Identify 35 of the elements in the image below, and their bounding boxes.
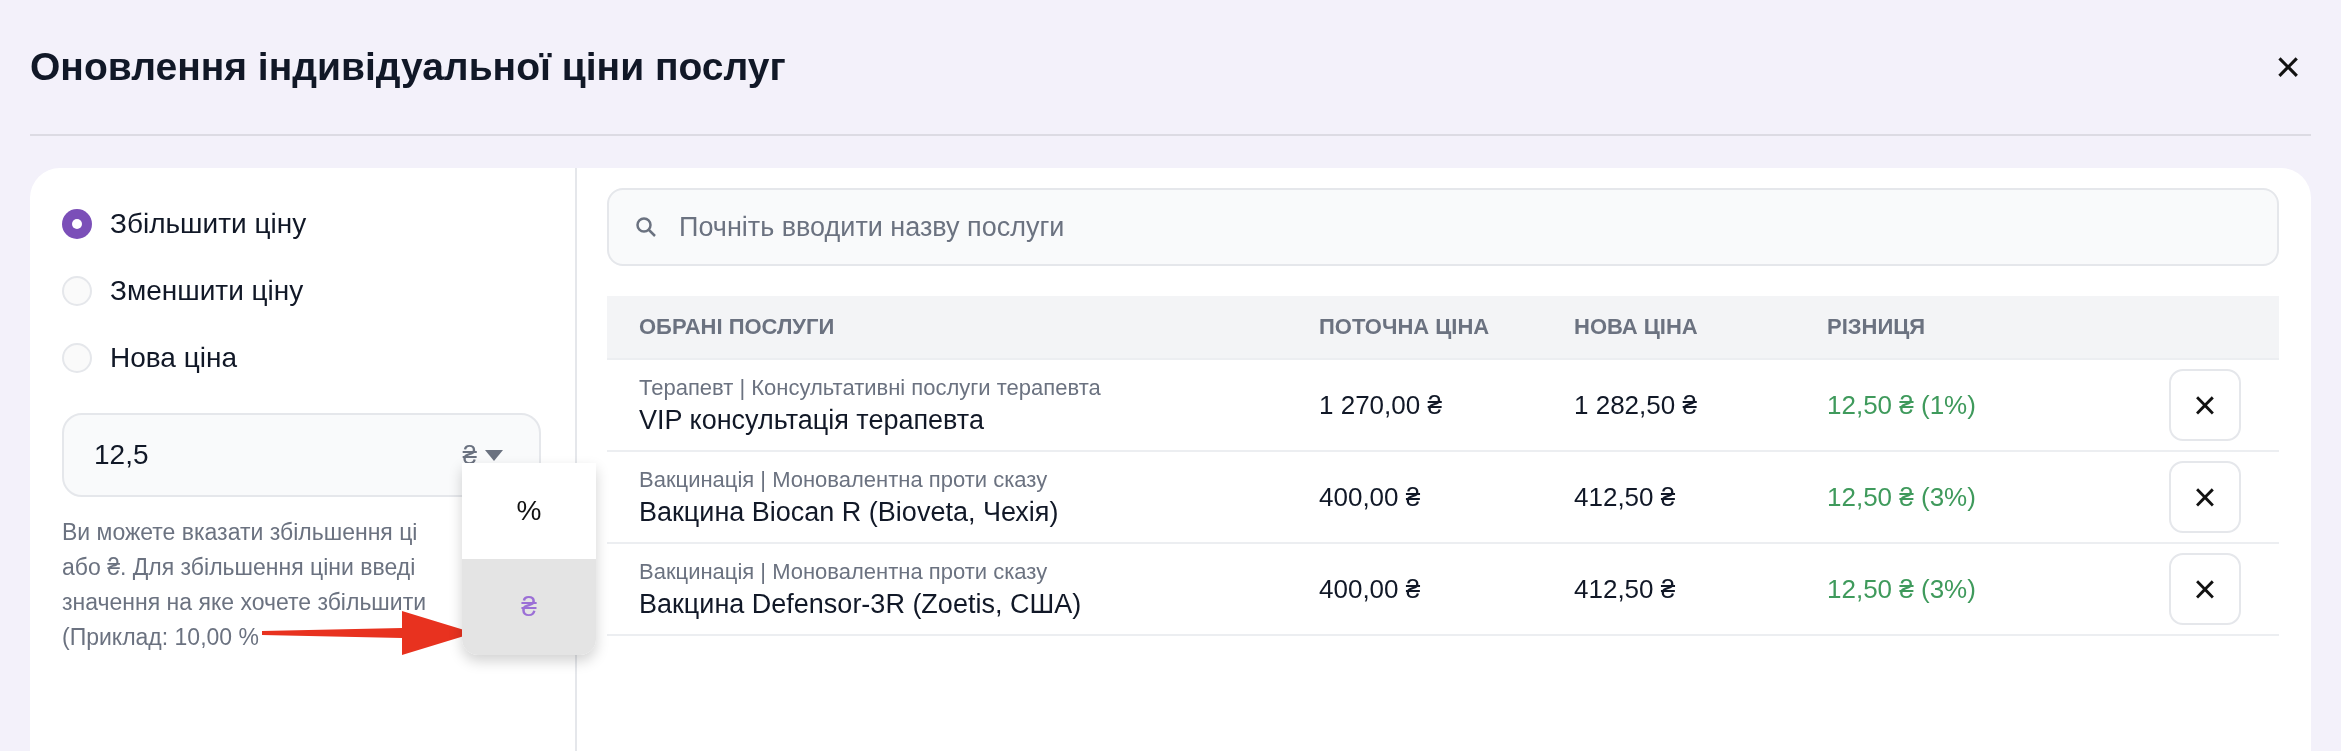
service-category: Терапевт | Консультативні послуги терапевта: [639, 374, 1102, 401]
caret-icon: [485, 449, 503, 461]
dialog-title: Оновлення індивідуальної ціни послуг: [30, 45, 786, 89]
service-category: Вакцинація | Моновалентна проти сказу: [639, 466, 1049, 493]
column-header: НОВА ЦІНА: [1574, 314, 1699, 340]
remove-button[interactable]: ×: [2169, 461, 2241, 533]
column-header: ОБРАНІ ПОСЛУГИ: [639, 314, 836, 340]
current-price: 1 270,00 ₴: [1319, 389, 1443, 421]
service-category: Вакцинація | Моновалентна проти сказу: [639, 558, 1049, 585]
search-icon: [635, 216, 657, 238]
menu-item[interactable]: %: [462, 463, 596, 559]
column-header: ПОТОЧНА ЦІНА: [1319, 314, 1491, 340]
radio-option[interactable]: Збільшити ціну: [62, 190, 541, 257]
service-name: Вакцина Defensor-3R (Zoetis, США): [639, 588, 1083, 620]
help-text: Ви можете вказати збільшення ці: [62, 518, 418, 547]
remove-button[interactable]: ×: [2169, 369, 2241, 441]
price-difference: 12,50 ₴ (3%): [1827, 573, 1977, 605]
new-price: 412,50 ₴: [1574, 573, 1677, 605]
service-name: Вакцина Biocan R (Bioveta, Чехія): [639, 496, 1060, 528]
help-text: або ₴. Для збільшення ціни введі: [62, 553, 416, 582]
help-text: значення на яке хочете збільшити: [62, 588, 427, 617]
service-name: VIP консультація терапевта: [639, 404, 985, 436]
current-price: 400,00 ₴: [1319, 573, 1422, 605]
column-header: РІЗНИЦЯ: [1827, 314, 1927, 340]
price-difference: 12,50 ₴ (3%): [1827, 481, 1977, 513]
radio-option[interactable]: Нова ціна: [62, 324, 541, 391]
price-difference: 12,50 ₴ (1%): [1827, 389, 1977, 421]
help-text: (Приклад: 10,00 %: [62, 623, 259, 652]
radio-option[interactable]: Зменшити ціну: [62, 257, 541, 324]
close-button[interactable]: ×: [2265, 45, 2311, 89]
remove-button[interactable]: ×: [2169, 553, 2241, 625]
new-price: 412,50 ₴: [1574, 481, 1677, 513]
amount-field[interactable]: 12,5 ₴: [62, 413, 541, 497]
new-price: 1 282,50 ₴: [1574, 389, 1698, 421]
current-price: 400,00 ₴: [1319, 481, 1422, 513]
